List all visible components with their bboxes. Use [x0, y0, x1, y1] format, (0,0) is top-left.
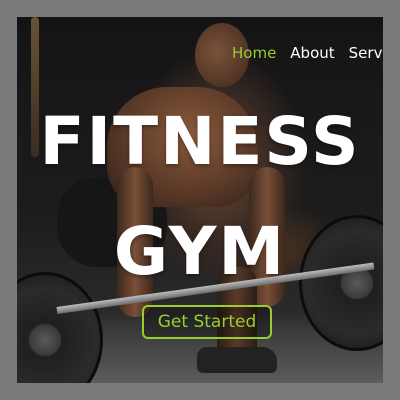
get-started-button[interactable]: Get Started [142, 305, 272, 339]
nav-link-about[interactable]: About [290, 44, 334, 62]
nav-link-service[interactable]: Service [349, 44, 383, 62]
athlete-shoe [197, 347, 277, 373]
hero-title-line-2: GYM [113, 213, 287, 290]
nav-link-home[interactable]: Home [232, 44, 276, 62]
hero-section: Home About Service FITNESS GYM Get Start… [17, 17, 383, 383]
hero-title-line-1: FITNESS [39, 103, 361, 180]
top-nav: Home About Service [232, 44, 383, 62]
